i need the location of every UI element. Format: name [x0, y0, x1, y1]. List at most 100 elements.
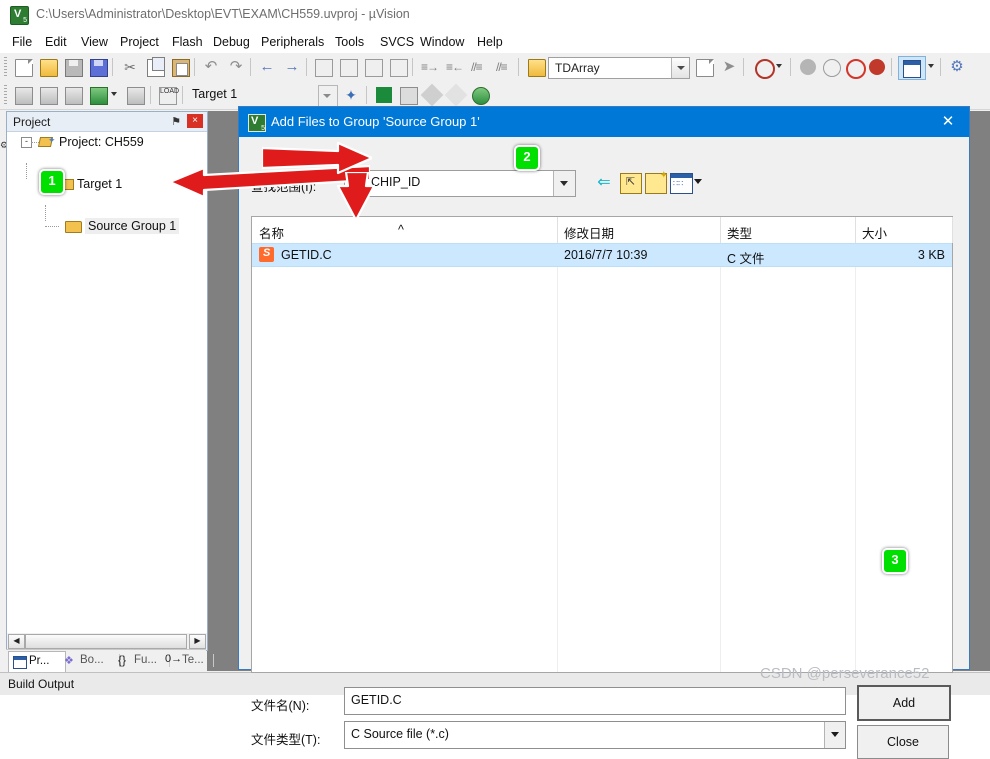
table-row[interactable]: GETID.C 2016/7/7 10:39 C 文件 3 KB — [252, 243, 952, 267]
scroll-thumb[interactable] — [25, 634, 187, 649]
configuration-wrench-icon[interactable]: ⚙ — [946, 56, 968, 78]
bookmark-toggle-icon[interactable] — [312, 56, 334, 78]
menu-window[interactable]: Window — [416, 34, 468, 50]
bookmark-prev-icon[interactable] — [337, 56, 359, 78]
breakpoint-disable-icon[interactable] — [820, 56, 842, 78]
redo-button[interactable]: ↷ — [225, 56, 247, 78]
menu-svcs[interactable]: SVCS — [376, 34, 418, 50]
symbol-search-combo[interactable]: TDArray — [548, 57, 690, 79]
pack-filter-icon[interactable] — [444, 83, 468, 107]
add-button[interactable]: Add — [857, 685, 951, 721]
file-type-select[interactable]: C Source file (*.c) — [344, 721, 846, 749]
breakpoint-disable-all-icon[interactable] — [843, 56, 866, 79]
window-title: C:\Users\Administrator\Desktop\EVT\EXAM\… — [36, 7, 410, 21]
goto-definition-icon[interactable]: ➤ — [718, 56, 740, 78]
target-options-wand-icon[interactable]: ✦ — [340, 84, 362, 106]
manage-windows-icon[interactable] — [898, 56, 926, 80]
save-button[interactable] — [62, 56, 84, 78]
open-file-button[interactable] — [37, 56, 59, 78]
back-arrow-icon[interactable]: ⇐ — [594, 173, 614, 192]
tree-item-project[interactable]: - ✦ Project: CH559 — [7, 132, 207, 153]
file-name-input[interactable]: GETID.C — [344, 687, 846, 715]
find-icon[interactable] — [752, 56, 775, 79]
views-icon[interactable]: ∷∷ — [670, 173, 693, 194]
tree-label-target: Target 1 — [77, 177, 123, 191]
indent-right-icon[interactable]: ≡→ — [418, 56, 440, 78]
undo-button[interactable]: ↶ — [200, 56, 222, 78]
scroll-left-button[interactable]: ◀ — [8, 634, 25, 649]
menu-help[interactable]: Help — [473, 34, 507, 50]
project-panel: Project ⚑ × - ✦ Project: CH559 - — [6, 111, 208, 643]
rebuild-all-icon[interactable] — [62, 84, 84, 106]
tab-functions[interactable]: {} Fu... — [116, 651, 170, 673]
batch-build-dropdown-icon[interactable] — [111, 92, 117, 96]
column-type[interactable]: 类型 — [720, 217, 856, 243]
translate-file-icon[interactable] — [12, 84, 34, 106]
column-name[interactable]: 名称 ^ — [252, 217, 558, 243]
breakpoint-kill-all-icon[interactable] — [866, 56, 888, 78]
pack-installer-icon[interactable] — [420, 83, 444, 107]
file-type-dropdown-icon[interactable] — [824, 722, 845, 748]
cell-file-modified: 2016/7/7 10:39 — [564, 248, 648, 262]
dialog-close-button[interactable]: ✕ — [927, 107, 969, 137]
build-target-icon[interactable] — [37, 84, 59, 106]
menu-peripherals[interactable]: Peripherals — [257, 34, 328, 50]
copy-button[interactable] — [144, 56, 166, 78]
menu-debug[interactable]: Debug — [209, 34, 254, 50]
build-separator-3 — [366, 86, 367, 104]
stop-build-icon[interactable] — [124, 84, 146, 106]
bookmark-clear-icon[interactable] — [387, 56, 409, 78]
pin-icon[interactable]: ⚑ — [171, 115, 181, 128]
find-dropdown-icon[interactable] — [776, 64, 782, 68]
menu-file[interactable]: File — [8, 34, 36, 50]
navigate-forward-button[interactable]: → — [281, 56, 303, 78]
new-folder-icon[interactable]: ✦ — [645, 170, 668, 194]
manage-components-icon[interactable] — [373, 84, 395, 106]
menu-tools[interactable]: Tools — [331, 34, 368, 50]
tab-books[interactable]: ❖ Bo... — [62, 651, 120, 673]
download-to-flash-icon[interactable]: LOAD — [156, 84, 179, 106]
multi-project-icon[interactable] — [397, 84, 419, 106]
views-dropdown-icon[interactable] — [694, 179, 702, 184]
tab-templates[interactable]: 0→ Te... — [164, 651, 214, 673]
manage-windows-dropdown-icon[interactable] — [928, 64, 934, 68]
column-size[interactable]: 大小 — [855, 217, 953, 243]
bookmark-next-icon[interactable] — [362, 56, 384, 78]
manage-run-time-env-icon[interactable] — [469, 84, 491, 106]
dialog-app-icon — [248, 114, 266, 132]
file-name-value: GETID.C — [351, 693, 402, 707]
tab-project[interactable]: Pr... — [8, 651, 66, 674]
cell-file-type: C 文件 — [727, 252, 765, 266]
menu-flash[interactable]: Flash — [168, 34, 207, 50]
menu-view[interactable]: View — [77, 34, 112, 50]
new-file-button[interactable] — [12, 56, 34, 78]
file-list-pane[interactable]: 名称 ^ 修改日期 类型 大小 S GETID.C 2016/7/7 10:39… — [251, 216, 953, 673]
tree-item-source-group[interactable]: Source Group 1 — [7, 205, 207, 237]
indent-left-icon[interactable]: ≡← — [443, 56, 465, 78]
menu-edit[interactable]: Edit — [41, 34, 71, 50]
batch-build-icon[interactable] — [87, 84, 109, 106]
uncomment-lines-icon[interactable]: //≡ — [493, 56, 515, 78]
scroll-right-button[interactable]: ▶ — [189, 634, 206, 649]
toolbar-build-grip[interactable] — [4, 85, 7, 104]
close-icon[interactable]: × — [187, 114, 203, 128]
cut-button[interactable]: ✂ — [119, 56, 141, 78]
tree-item-target[interactable]: - ⚒ Target 1 — [7, 163, 207, 195]
paste-button[interactable] — [169, 56, 191, 78]
menu-project[interactable]: Project — [116, 34, 163, 50]
functions-icon: {} — [118, 653, 127, 667]
up-folder-icon[interactable]: ⇱ — [620, 173, 642, 194]
browse-symbol-icon[interactable] — [693, 56, 715, 78]
navigate-back-button[interactable]: ← — [256, 56, 278, 78]
comment-lines-icon[interactable]: //≡ — [468, 56, 490, 78]
look-in-combo[interactable]: CHIP_ID — [344, 170, 576, 197]
save-all-button[interactable] — [87, 56, 109, 78]
find-in-files-icon[interactable] — [525, 56, 547, 78]
toolbar-grip[interactable] — [4, 57, 7, 76]
symbol-search-dropdown-icon[interactable] — [671, 58, 689, 78]
breakpoint-icon[interactable] — [797, 56, 819, 78]
look-in-dropdown-icon[interactable] — [553, 171, 575, 196]
target-selector-dropdown-icon[interactable] — [318, 85, 338, 107]
column-modified[interactable]: 修改日期 — [557, 217, 721, 243]
close-button[interactable]: Close — [857, 725, 949, 759]
